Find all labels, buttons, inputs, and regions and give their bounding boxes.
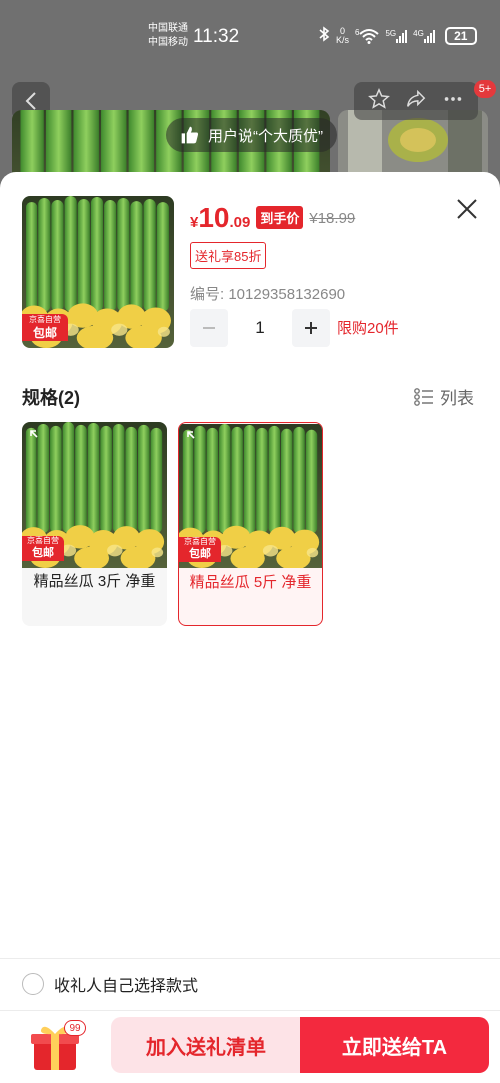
product-image[interactable]: 京喜自营 包邮 <box>22 196 174 348</box>
praise-text: 用户说“个大质优” <box>208 127 323 145</box>
self-operated-badge: 京喜自营 包邮 <box>22 536 64 561</box>
status-bar: 中国联通 中国移动 11:32 0 K/s 6 5G 4G 21 <box>0 0 500 72</box>
plus-icon <box>305 322 317 334</box>
chevron-left-icon <box>25 92 36 110</box>
signal-4g-icon: 4G <box>413 29 435 43</box>
final-price-tag: 到手价 <box>256 206 304 229</box>
self-operated-badge: 京喜自营 包邮 <box>179 537 221 562</box>
send-gift-now-button[interactable]: 立即送给TA <box>300 1017 489 1073</box>
expand-icon[interactable] <box>30 430 46 451</box>
purchase-limit: 限购20件 <box>337 320 399 337</box>
share-icon[interactable] <box>405 88 427 115</box>
spec-option-3jin[interactable]: 京喜自营 包邮 精品丝瓜 3斤 净重 <box>22 422 167 626</box>
bluetooth-icon <box>318 26 330 45</box>
star-icon[interactable] <box>367 87 390 115</box>
carrier-2: 中国移动 <box>148 37 188 48</box>
price-row: ¥ 10 .09 到手价 ¥18.99 <box>190 202 355 234</box>
recipient-choose-label: 收礼人自己选择款式 <box>54 978 199 995</box>
price-decimal: .09 <box>229 214 251 231</box>
carrier-1: 中国联通 <box>148 23 188 34</box>
spec-option-label: 精品丝瓜 3斤 净重 <box>33 573 156 590</box>
spec-option-5jin[interactable]: 京喜自营 包邮 精品丝瓜 5斤 净重 <box>178 422 323 626</box>
divider <box>0 958 500 959</box>
wifi-icon: 6 <box>355 28 380 44</box>
spec-section-title: 规格(2) <box>22 388 80 408</box>
gift-discount-badge: 送礼享85折 <box>190 242 267 269</box>
carrier-names: 中国联通 中国移动 <box>148 22 188 50</box>
add-to-gift-list-button[interactable]: 加入送礼清单 <box>111 1017 301 1073</box>
more-icon[interactable] <box>442 88 464 115</box>
original-price: ¥18.99 <box>309 210 356 227</box>
price-symbol: ¥ <box>190 214 199 231</box>
status-time: 11:32 <box>193 26 240 47</box>
recipient-choose-option[interactable]: 收礼人自己选择款式 <box>22 972 198 996</box>
signal-5g-icon: 5G <box>385 29 408 43</box>
quantity-value[interactable]: 1 <box>236 309 284 347</box>
price-integer: 10 <box>198 202 230 233</box>
net-speed: 0 K/s <box>336 25 350 45</box>
top-action-bar <box>354 82 478 120</box>
gift-list-count-badge: 99 <box>64 1020 86 1036</box>
status-icons: 0 K/s 6 5G 4G 21 <box>318 26 477 45</box>
spec-option-label: 精品丝瓜 5斤 净重 <box>189 574 312 591</box>
close-icon <box>457 199 477 219</box>
divider <box>0 1010 500 1011</box>
sku-selector-sheet: 京喜自营 包邮 ¥ 10 .09 到手价 ¥18.99 送礼享85折 编号: 1… <box>0 172 500 1083</box>
list-icon <box>414 387 433 406</box>
expand-icon[interactable] <box>187 431 203 452</box>
cart-badge: 5+ <box>474 80 496 98</box>
quantity-increase-button[interactable] <box>292 309 330 347</box>
self-operated-badge: 京喜自营 包邮 <box>22 314 68 341</box>
list-toggle-label: 列表 <box>440 389 474 408</box>
minus-icon <box>203 327 215 329</box>
thumbs-up-icon <box>181 126 198 144</box>
list-view-toggle[interactable]: 列表 <box>414 384 474 409</box>
quantity-decrease-button[interactable] <box>190 309 228 347</box>
radio-button[interactable] <box>22 973 44 995</box>
sku-code: 编号: 10129358132690 <box>190 286 346 303</box>
battery-icon: 21 <box>444 26 477 45</box>
praise-pill: 用户说“个大质优” <box>166 118 337 152</box>
close-button[interactable] <box>452 194 482 224</box>
